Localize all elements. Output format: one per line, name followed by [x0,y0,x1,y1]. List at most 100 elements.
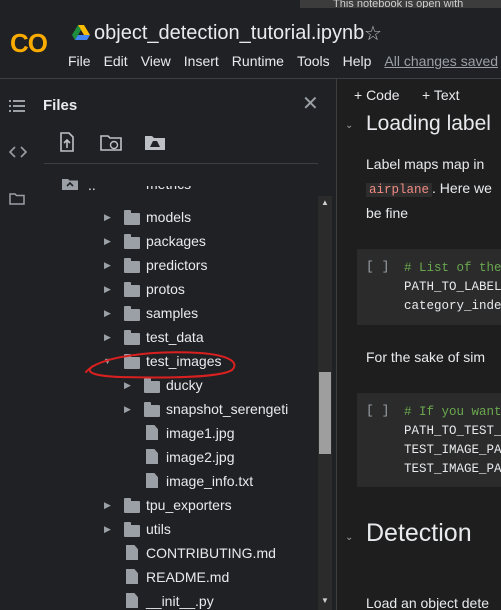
tree-item-ducky[interactable]: ▶ ducky [36,373,318,397]
chevron-right-icon[interactable]: ▶ [104,212,111,223]
notebook-area: + Code + Text ⌄ Loading label Label maps… [337,79,501,610]
tree-item-image1[interactable]: image1.jpg [36,421,318,445]
inline-code: airplane [366,183,433,197]
chevron-right-icon[interactable]: ▶ [124,404,131,415]
file-icon [146,449,158,464]
paragraph-line: Load an object dete [366,595,489,610]
tree-item-label: image_info.txt [166,473,254,489]
notebook-toolbar: + Code + Text [337,79,501,111]
save-status-link[interactable]: All changes saved [384,53,498,69]
notebook-title[interactable]: object_detection_tutorial.ipynb [94,22,364,45]
chevron-right-icon[interactable]: ▶ [124,380,131,391]
file-icon [126,593,138,608]
files-scrollbar[interactable]: ▲ ▼ [318,196,332,610]
tree-item-protos[interactable]: ▶ protos [36,277,318,301]
folder-icon [124,258,140,273]
refresh-folder-icon[interactable] [100,131,122,153]
file-icon [126,569,138,584]
menu-edit[interactable]: Edit [104,53,128,69]
paragraph-line: Label maps map in [366,156,485,172]
folder-icon [124,234,140,249]
file-icon [146,425,158,440]
tree-item-label: utils [146,521,171,537]
colab-logo[interactable]: CO [10,28,48,59]
menu-tools[interactable]: Tools [297,53,330,69]
tree-item-samples[interactable]: ▶ samples [36,301,318,325]
tree-item-label: protos [146,281,185,297]
chevron-down-icon[interactable]: ⌄ [345,532,353,543]
file-icon [146,473,158,488]
chevron-right-icon[interactable]: ▶ [104,308,111,319]
toc-icon[interactable] [9,99,25,113]
scroll-down-arrow-icon[interactable]: ▼ [321,596,329,605]
code-cell[interactable]: [ ] # If you want PATH_TO_TEST_ TEST_IMA… [357,393,501,487]
folder-icon [144,402,160,417]
files-panel: Files ✕ .. metrics [36,79,336,610]
files-panel-title: Files [43,97,78,114]
folder-icon [124,522,140,537]
upload-icon[interactable] [56,131,78,153]
tree-item-image2[interactable]: image2.jpg [36,445,318,469]
add-text-button[interactable]: + Text [422,87,460,103]
star-outline-icon[interactable]: ☆ [364,21,382,46]
tree-item-label: test_images [146,353,222,369]
tree-item-models[interactable]: ▶ models [36,205,318,229]
chevron-right-icon[interactable]: ▶ [104,260,111,271]
run-cell-button[interactable]: [ ] [366,403,389,418]
folder-icon [124,330,140,345]
paragraph-line: airplane. Here we [366,180,492,197]
mount-drive-icon[interactable] [144,131,166,153]
code-cell[interactable]: [ ] # List of the PATH_TO_LABEL category… [357,249,501,325]
tree-item-image-info[interactable]: image_info.txt [36,469,318,493]
tree-item-utils[interactable]: ▶ utils [36,517,318,541]
tree-item-label: packages [146,233,206,249]
tree-item-tpu-exporters[interactable]: ▶ tpu_exporters [36,493,318,517]
folder-icon[interactable] [9,192,25,205]
menu-runtime[interactable]: Runtime [232,53,284,69]
folder-icon [124,498,140,513]
run-cell-button[interactable]: [ ] [366,259,389,274]
chevron-right-icon[interactable]: ▶ [104,524,111,535]
file-icon [126,545,138,560]
chevron-right-icon[interactable]: ▶ [104,332,111,343]
menu-insert[interactable]: Insert [184,53,219,69]
chevron-right-icon[interactable]: ▶ [104,500,111,511]
tree-item-label: ducky [166,377,203,393]
chevron-right-icon[interactable]: ▶ [104,236,111,247]
add-code-button[interactable]: + Code [354,87,400,103]
code-line: PATH_TO_TEST_ [404,424,501,438]
scrollbar-thumb[interactable] [319,372,331,454]
tree-item-init-py[interactable]: __init__.py [36,589,318,610]
code-line: PATH_TO_LABEL [404,280,501,294]
tree-item-label: __init__.py [146,593,214,609]
tree-item-snapshot-serengeti[interactable]: ▶ snapshot_serengeti [36,397,318,421]
tree-item-test-images[interactable]: ▼ test_images [36,349,318,373]
tree-item-predictors[interactable]: ▶ predictors [36,253,318,277]
folder-icon [124,210,140,225]
menu-bar: File Edit View Insert Runtime Tools Help… [68,53,498,69]
menu-help[interactable]: Help [343,53,372,69]
folder-icon [124,282,140,297]
scroll-up-arrow-icon[interactable]: ▲ [321,198,329,207]
close-icon[interactable]: ✕ [302,91,319,116]
menu-view[interactable]: View [141,53,171,69]
menu-file[interactable]: File [68,53,91,69]
left-rail [0,79,36,610]
tree-item-test-data[interactable]: ▶ test_data [36,325,318,349]
tree-item-contributing[interactable]: CONTRIBUTING.md [36,541,318,565]
tree-item-label: tpu_exporters [146,497,232,513]
tree-item-label: models [146,209,192,225]
tree-item-metrics[interactable]: metrics [36,186,318,200]
chevron-right-icon[interactable]: ▶ [104,284,111,295]
google-drive-icon [72,25,90,40]
section-heading-loading-label: Loading label [366,112,491,135]
code-icon[interactable] [9,146,27,158]
tree-item-packages[interactable]: ▶ packages [36,229,318,253]
tree-item-label: image2.jpg [166,449,235,465]
chevron-down-icon[interactable]: ▼ [103,356,112,366]
files-separator [44,163,318,164]
tree-item-label: README.md [146,569,230,585]
chevron-down-icon[interactable]: ⌄ [345,120,353,131]
tree-item-label: CONTRIBUTING.md [146,545,276,561]
tree-item-readme[interactable]: README.md [36,565,318,589]
